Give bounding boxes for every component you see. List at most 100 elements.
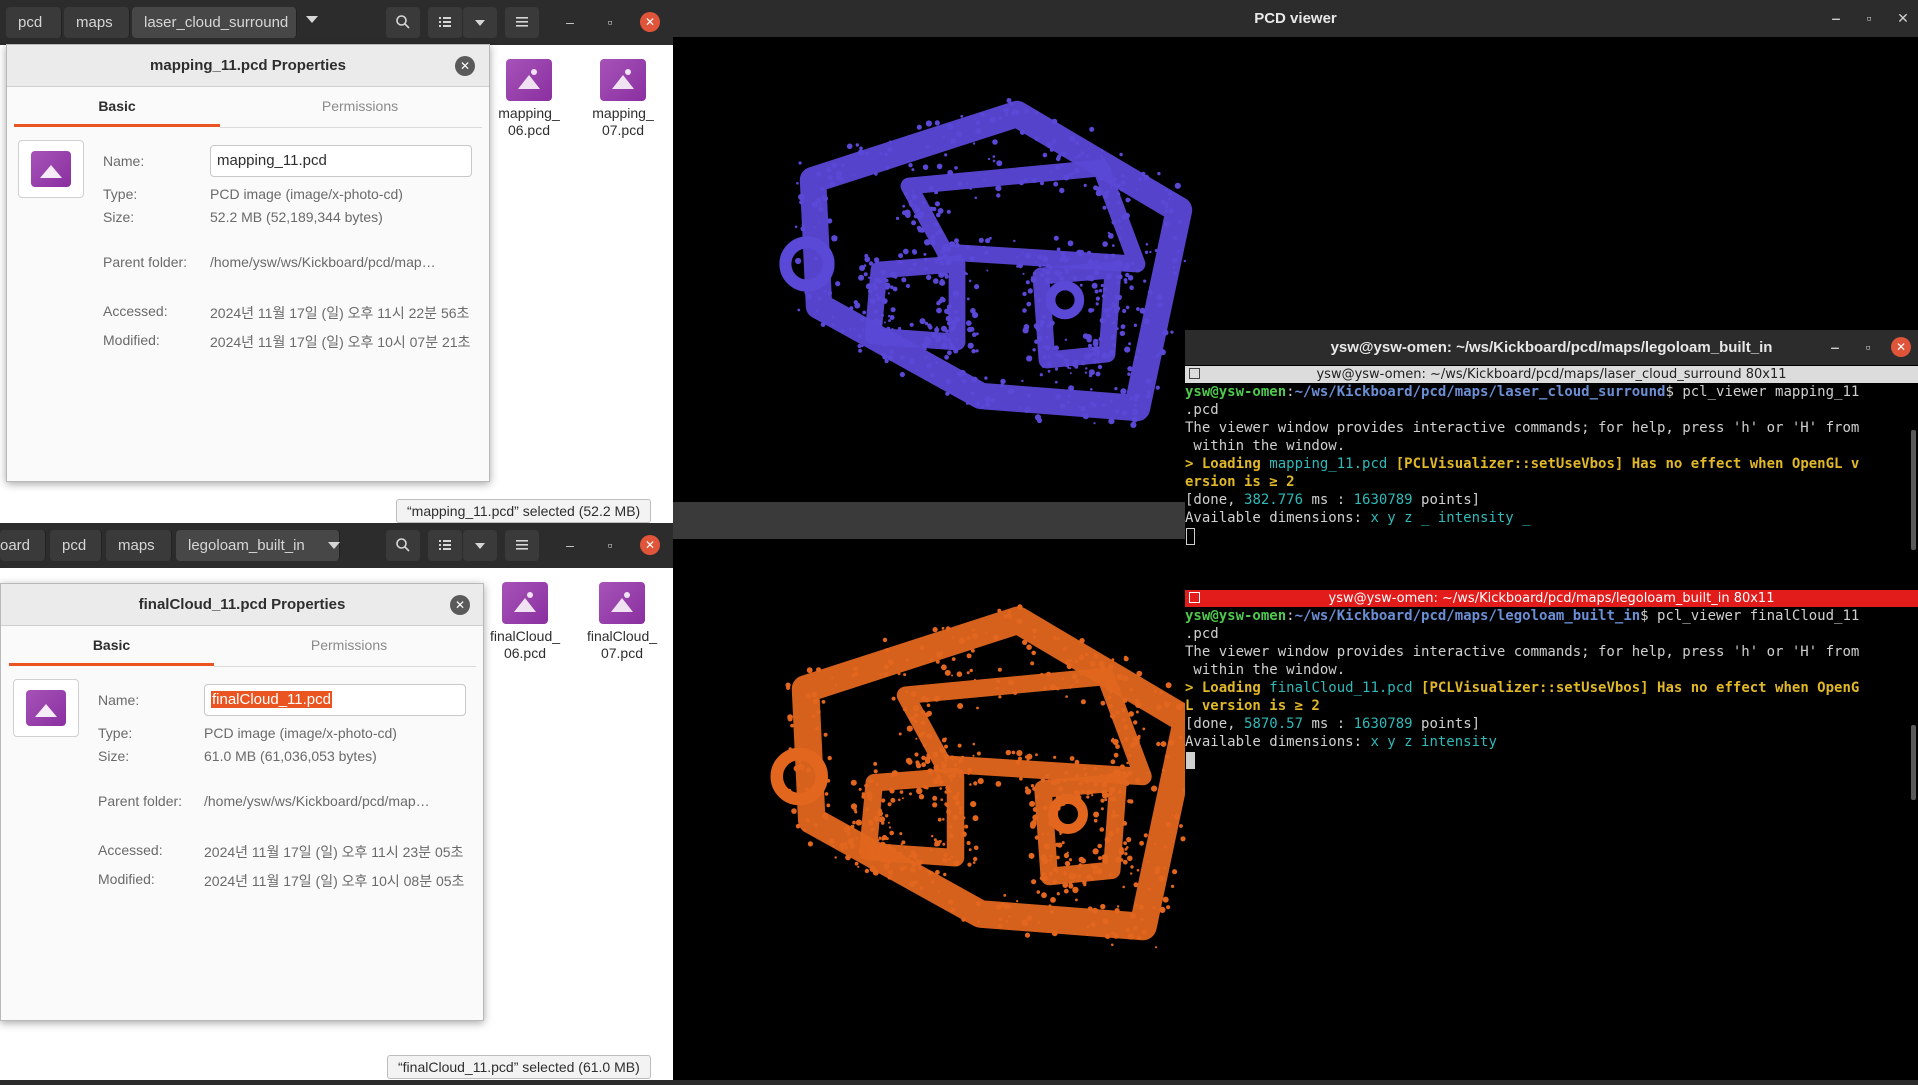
terminal-line: Available dimensions: x y z _ intensity … [1185,510,1531,526]
size-value: 52.2 MB (52,189,344 bytes) [210,209,383,225]
search-button[interactable] [386,7,420,38]
file-manager-header: oard pcd maps legoloam_built_in ‒ ▫ ✕ [0,523,673,568]
view-options-button[interactable] [463,530,497,561]
view-list-button[interactable] [428,7,462,38]
maximize-button[interactable]: ▫ [1858,337,1878,357]
tab-basic[interactable]: Basic [14,86,220,127]
image-file-icon [599,582,645,624]
view-options-button[interactable] [463,7,497,38]
terminal-cursor [1186,752,1195,769]
file-item[interactable]: finalCloud_ 06.pcd [480,582,570,662]
minimize-button[interactable]: ‒ [560,12,580,32]
chevron-down-icon[interactable] [306,16,318,23]
pane-layout-icon [1189,368,1200,379]
window-title: PCD viewer [1254,10,1337,27]
selection-status: “mapping_11.pcd” selected (52.2 MB) [396,499,652,523]
size-label: Size: [103,209,135,225]
terminal-line: The viewer window provides interactive c… [1185,420,1860,436]
terminal-line: within the window. [1185,662,1346,678]
tab-permissions[interactable]: Permissions [242,86,478,127]
breadcrumb-legoloam-built-in[interactable]: legoloam_built_in [176,530,340,561]
pcd-viewer-titlebar: PCD viewer ‒ ▫ ✕ [673,0,1918,37]
menu-button[interactable] [505,7,539,38]
parent-folder-value[interactable]: /home/ysw/ws/Kickboard/pcd/map… [210,254,436,270]
accessed-label: Accessed: [98,842,163,858]
image-file-icon [506,59,552,101]
file-item[interactable]: finalCloud_ 07.pcd [577,582,667,662]
minimize-button[interactable]: ‒ [1825,337,1845,357]
terminal-line: within the window. [1185,438,1346,454]
breadcrumb-maps[interactable]: maps [106,530,172,561]
parent-folder-label: Parent folder: [98,793,183,809]
tab-divider [220,127,482,128]
type-label: Type: [98,725,133,741]
tab-divider [214,666,476,667]
size-value: 61.0 MB (61,036,053 bytes) [204,748,377,764]
file-label: mapping_ 07.pcd [592,105,654,138]
list-view-icon [439,540,451,550]
breadcrumb-pcd[interactable]: pcd [50,530,102,561]
terminal-line: L version is ≥ 2 [1185,698,1320,714]
parent-folder-value[interactable]: /home/ysw/ws/Kickboard/pcd/map… [204,793,430,809]
close-button[interactable]: ✕ [640,535,660,555]
terminal-line: > Loading mapping_11.pcd [PCLVisualizer:… [1185,456,1860,472]
dialog-close-button[interactable]: ✕ [455,56,475,76]
maximize-button[interactable]: ▫ [600,12,620,32]
terminal-line: .pcd [1185,626,1219,642]
scrollbar[interactable] [1911,430,1916,550]
file-type-icon [18,140,84,198]
breadcrumb-kickboard[interactable]: oard [0,530,46,561]
minimize-button[interactable]: ‒ [1826,8,1846,28]
chevron-down-icon[interactable] [328,542,340,549]
minimize-button[interactable]: ‒ [560,535,580,555]
pane-title-text: ysw@ysw-omen: ~/ws/Kickboard/pcd/maps/le… [1328,591,1775,606]
terminal-line: ersion is ≥ 2 [1185,474,1295,490]
terminal-window[interactable]: ysw@ysw-omen: ~/ws/Kickboard/pcd/maps/le… [1185,330,1918,815]
list-view-icon [439,17,451,27]
properties-dialog-bottom: finalCloud_11.pcd Properties ✕ Basic Per… [0,583,484,1021]
dialog-close-button[interactable]: ✕ [450,595,470,615]
dialog-title: mapping_11.pcd Properties [7,45,489,87]
search-icon [396,15,410,29]
chevron-down-icon [475,20,485,26]
file-label: mapping_ 06.pcd [498,105,560,138]
menu-button[interactable] [505,530,539,561]
size-label: Size: [98,748,130,764]
properties-dialog-top: mapping_11.pcd Properties ✕ Basic Permis… [6,44,490,482]
image-file-icon [502,582,548,624]
name-field[interactable]: mapping_11.pcd [210,145,472,177]
file-manager-header: pcd maps laser_cloud_surround ‒ ▫ ✕ [0,0,673,45]
terminal-pane-title: ysw@ysw-omen: ~/ws/Kickboard/pcd/maps/la… [1185,366,1918,383]
type-value: PCD image (image/x-photo-cd) [204,725,397,741]
accessed-label: Accessed: [103,303,168,319]
name-label: Name: [98,692,140,708]
search-button[interactable] [386,530,420,561]
terminal-line: The viewer window provides interactive c… [1185,644,1860,660]
terminal-titlebar: ysw@ysw-omen: ~/ws/Kickboard/pcd/maps/le… [1185,330,1918,365]
modified-value: 2024년 11월 17일 (일) 오후 10시 07분 21초 [210,334,471,350]
breadcrumb-pcd[interactable]: pcd [6,7,62,38]
terminal-line: ysw@ysw-omen:~/ws/Kickboard/pcd/maps/las… [1185,384,1860,400]
maximize-button[interactable]: ▫ [1859,8,1879,28]
image-file-icon [600,59,646,101]
scrollbar[interactable] [1911,725,1916,800]
name-field[interactable]: finalCloud_11.pcd [204,684,466,716]
close-button[interactable]: ✕ [1891,337,1911,357]
dialog-title: finalCloud_11.pcd Properties [1,584,483,626]
tab-basic[interactable]: Basic [9,625,214,666]
maximize-button[interactable]: ▫ [600,535,620,555]
close-button[interactable]: ✕ [640,12,660,32]
breadcrumb-laser-cloud-surround[interactable]: laser_cloud_surround [132,7,297,38]
file-item[interactable]: mapping_ 07.pcd [578,59,668,139]
file-item[interactable]: mapping_ 06.pcd [484,59,574,139]
file-type-icon [13,679,79,737]
close-button[interactable]: ✕ [1893,8,1913,28]
terminal-line: > Loading finalCloud_11.pcd [PCLVisualiz… [1185,680,1860,696]
pane-layout-icon [1189,592,1200,603]
pane-title-text: ysw@ysw-omen: ~/ws/Kickboard/pcd/maps/la… [1316,367,1787,382]
tab-permissions[interactable]: Permissions [231,625,467,666]
search-icon [396,538,410,552]
view-list-button[interactable] [428,530,462,561]
breadcrumb-maps[interactable]: maps [64,7,130,38]
point-cloud-map [779,98,1193,428]
